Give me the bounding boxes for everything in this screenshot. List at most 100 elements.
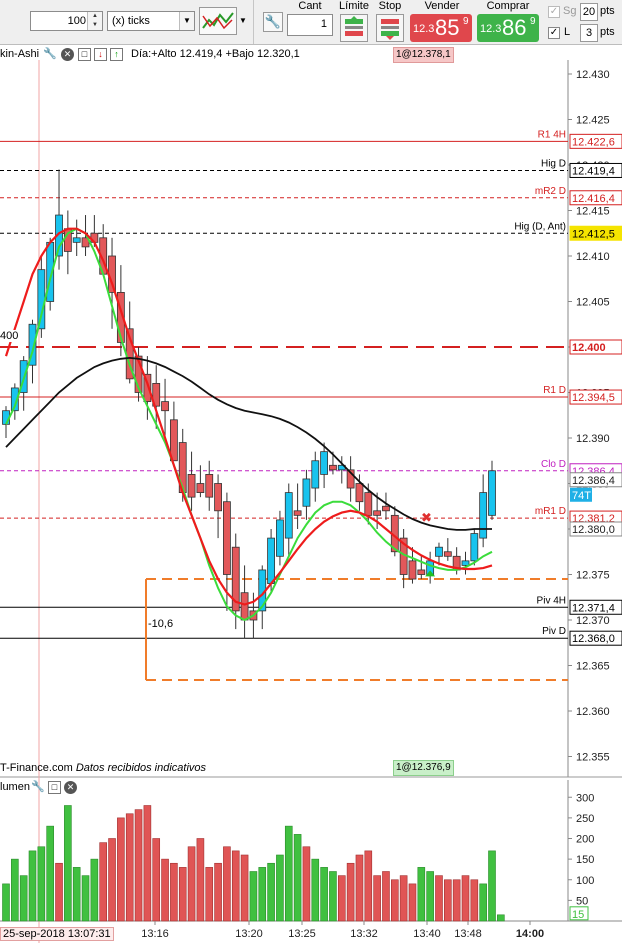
price-tick-label: 12.370: [576, 615, 610, 627]
level-tag-label: 12.412,5: [572, 228, 615, 240]
volume-bar: [231, 850, 240, 922]
price-tick-label: 12.425: [576, 115, 610, 127]
main-pane-header: kin-Ashi 🔧 ✕ □ ↓ ↑: [0, 47, 130, 63]
volume-bar: [64, 805, 72, 922]
volume-bar: [11, 858, 19, 922]
buy-price-main: 86: [502, 15, 527, 40]
time-tick-label: 13:48: [454, 928, 482, 940]
sg-checkbox[interactable]: ✓: [548, 6, 560, 18]
volume-bar: [2, 883, 10, 922]
close-icon[interactable]: ✕: [61, 48, 74, 61]
time-tick-label: 13:32: [350, 928, 378, 940]
volume-bar: [470, 879, 479, 922]
maximize-icon[interactable]: □: [48, 781, 61, 794]
last-price-label: 12.386,4: [572, 475, 615, 487]
price-tick-label: 12.410: [576, 251, 610, 263]
volume-bar: [99, 842, 107, 922]
time-tick-label: 14:00: [516, 928, 544, 940]
strategy-dropdown-icon[interactable]: ▼: [238, 12, 248, 30]
time-tick-label: 13:25: [288, 928, 316, 940]
tick-count-label: 74T: [572, 490, 591, 502]
level-tag-label: 12.394,5: [572, 392, 615, 404]
quantity-stepper[interactable]: 100 ▲ ▼: [30, 11, 103, 31]
candle: [382, 505, 390, 512]
chart-canvas[interactable]: 12.43012.42512.42012.41512.41012.40512.4…: [0, 44, 622, 943]
candle: [479, 492, 488, 539]
level-tag-label: 12.371,4: [572, 602, 615, 614]
order-tag-bottom[interactable]: 1@12.376,9: [393, 760, 454, 776]
l-pts-label: pts: [600, 26, 615, 38]
quantity-value: 100: [67, 15, 86, 27]
l-input[interactable]: 3: [580, 24, 598, 42]
time-tick-label: 13:16: [141, 928, 169, 940]
wrench-icon[interactable]: 🔧: [31, 780, 45, 793]
cant-value: 1: [320, 18, 327, 30]
ma-price-label: 12.380,0: [572, 524, 615, 536]
candle: [284, 492, 293, 539]
level-name: R1 D: [543, 385, 566, 396]
buy-button[interactable]: 12.3 86 9: [477, 14, 539, 42]
price-tick-label: 12.405: [576, 297, 610, 309]
volume-bar: [399, 875, 408, 922]
volume-bar: [435, 875, 443, 922]
sell-button[interactable]: 12.3 85 9: [410, 14, 472, 42]
volume-tick-label: 100: [576, 875, 594, 887]
level-name: Hig (D, Ant): [514, 221, 566, 232]
candle: [364, 492, 373, 516]
candle: [161, 401, 169, 412]
volume-bar: [55, 862, 63, 922]
volume-bar: [178, 867, 187, 922]
main-pane-title: kin-Ashi: [0, 48, 40, 60]
price-tick-label: 12.390: [576, 433, 610, 445]
volume-bar: [214, 862, 222, 922]
candle: [417, 569, 426, 575]
level-name: Hig D: [541, 158, 566, 169]
sg-input[interactable]: 20: [580, 3, 598, 21]
stop-order-button[interactable]: [376, 14, 404, 42]
volume-bar: [108, 838, 116, 922]
ohlc-readout: Día:+Alto 12.419,4 +Bajo 12.320,1: [131, 48, 300, 60]
volume-tick-label: 200: [576, 834, 594, 846]
arrow-up-icon[interactable]: ↑: [110, 48, 123, 61]
stepper-arrows-icon[interactable]: ▲ ▼: [87, 12, 102, 30]
candle: [373, 510, 382, 516]
volume-bar: [337, 875, 346, 922]
price-plot-area: [0, 60, 568, 777]
maximize-icon[interactable]: □: [78, 48, 91, 61]
candle: [329, 464, 337, 471]
volume-bar: [19, 875, 28, 922]
volume-bar: [276, 854, 284, 922]
wrench-icon[interactable]: 🔧: [43, 47, 57, 60]
unit-select[interactable]: (x) ticks ▼: [107, 11, 195, 31]
cursor-time-label: 25-sep-2018 13:07:31: [0, 927, 114, 941]
comprar-header: Comprar: [486, 0, 530, 12]
strategy-chart-icon[interactable]: [199, 7, 237, 35]
volume-bar: [90, 858, 99, 922]
limit-order-button[interactable]: [340, 14, 368, 42]
wrench-icon[interactable]: 🔧: [263, 12, 283, 32]
arrow-down-icon[interactable]: ↓: [94, 48, 107, 61]
volume-bar: [479, 883, 487, 922]
level-name: Piv 4H: [537, 595, 566, 606]
cant-input[interactable]: 1: [287, 14, 333, 36]
candle: [293, 510, 302, 516]
volume-bar: [240, 854, 249, 922]
volume-bar: [205, 867, 214, 922]
price-tick-label: 12.375: [576, 570, 610, 582]
volume-bar: [72, 867, 81, 922]
sg-label: Sg: [563, 5, 577, 17]
l-checkbox[interactable]: ✓: [548, 27, 560, 39]
order-tag-top[interactable]: 1@12.378,1: [393, 47, 454, 63]
chevron-down-icon[interactable]: ▼: [179, 12, 194, 30]
level-tag-label: 12.422,6: [572, 136, 615, 148]
volume-bar: [452, 879, 461, 922]
left-edge-label: 400: [0, 330, 19, 342]
volume-bar: [143, 805, 152, 922]
volume-bar: [196, 838, 205, 922]
unit-value: (x) ticks: [112, 15, 150, 27]
volume-bar: [390, 879, 399, 922]
price-tick-label: 12.415: [576, 206, 610, 218]
price-tick-label: 12.430: [576, 69, 610, 81]
close-icon[interactable]: ✕: [64, 781, 77, 794]
exit-marker-icon: ✖: [421, 511, 432, 526]
